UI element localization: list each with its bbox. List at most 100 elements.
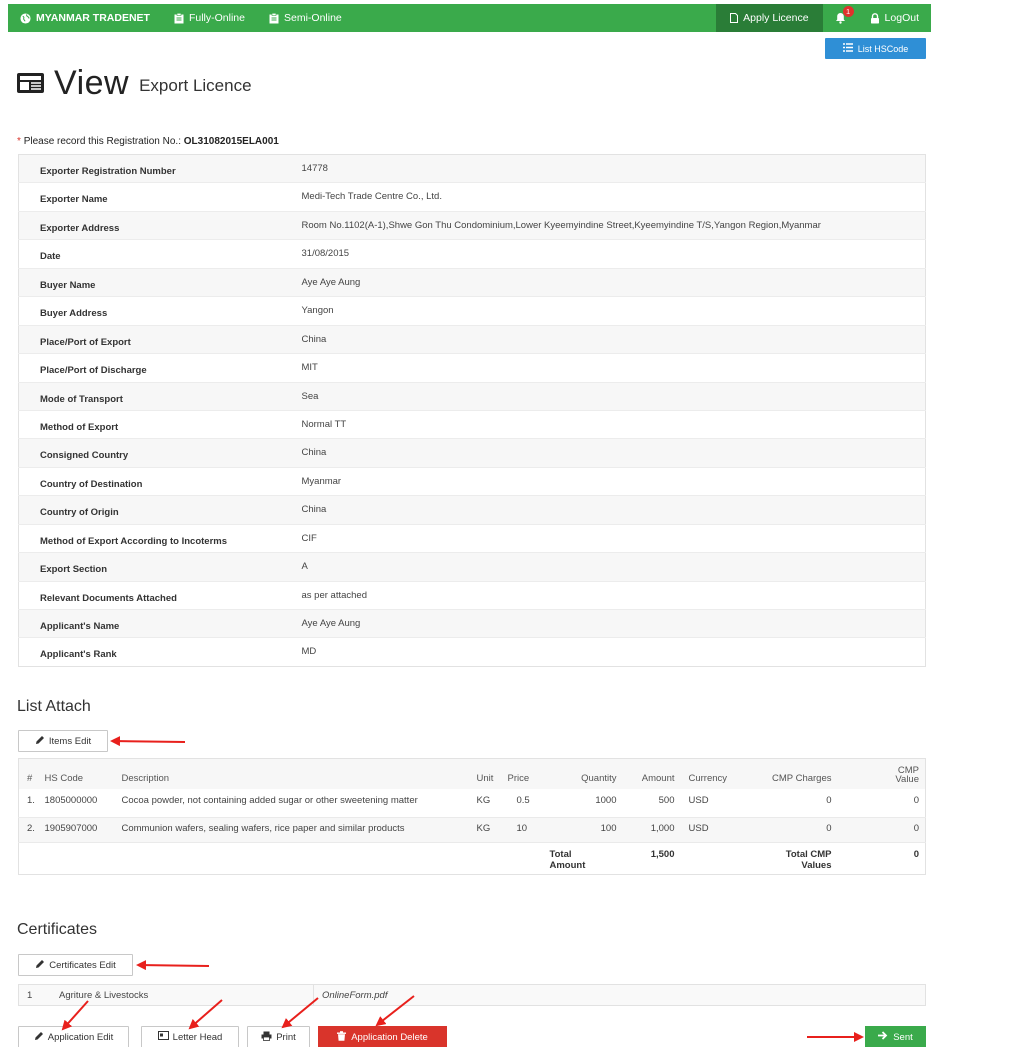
certificates-heading: Certificates xyxy=(17,921,98,938)
registration-note: * Please record this Registration No.: O… xyxy=(17,136,279,147)
detail-label: Country of Origin xyxy=(18,495,291,525)
application-delete-label: Application Delete xyxy=(351,1031,428,1043)
newspaper-icon xyxy=(17,72,44,94)
detail-row: Exporter Address Room No.1102(A-1),Shwe G… xyxy=(18,210,926,240)
top-navbar: MYANMAR TRADENET Fully-Online Semi-Onlin… xyxy=(8,4,931,32)
certificate-num: 1 xyxy=(27,989,33,1001)
detail-label: Relevant Documents Attached xyxy=(18,580,291,610)
col-amount: Amount xyxy=(618,758,677,789)
pencil-icon xyxy=(34,1031,44,1044)
clipboard-icon xyxy=(269,12,279,24)
total-cmp-value: 0 xyxy=(845,842,926,875)
detail-value: as per attached xyxy=(290,580,926,610)
required-asterisk: * xyxy=(17,136,21,147)
cell-description: Communion wafers, sealing wafers, rice p… xyxy=(113,817,477,843)
brand-link[interactable]: MYANMAR TRADENET xyxy=(8,4,162,32)
detail-row: Export Section A xyxy=(18,552,926,582)
certificates-edit-button[interactable]: Certificates Edit xyxy=(18,954,133,976)
detail-value: Medi-Tech Trade Centre Co., Ltd. xyxy=(290,182,926,212)
cell-amount: 500 xyxy=(658,794,675,806)
clipboard-icon xyxy=(174,12,184,24)
detail-row: Date 31/08/2015 xyxy=(18,239,926,269)
cell-hs-code: 1905907000 xyxy=(36,817,114,843)
detail-value: China xyxy=(290,438,926,468)
nav-apply-licence[interactable]: Apply Licence xyxy=(716,4,823,32)
col-cmp-value: CMP Value xyxy=(845,758,926,789)
letter-head-button[interactable]: Letter Head xyxy=(141,1026,239,1047)
detail-label: Exporter Registration Number xyxy=(18,154,291,183)
cell-quantity: 100 xyxy=(549,817,619,843)
detail-value: MIT xyxy=(290,353,926,382)
notification-badge: 1 xyxy=(842,6,854,17)
registration-number: OL31082015ELA001 xyxy=(183,136,279,147)
notifications-button[interactable]: 1 xyxy=(823,4,858,32)
detail-label: Exporter Address xyxy=(18,210,291,240)
detail-label: Export Section xyxy=(18,552,291,582)
col-description: Description xyxy=(113,758,477,789)
total-amount-value: 1,500 xyxy=(618,842,677,875)
detail-label: Applicant's Rank xyxy=(18,637,291,667)
detail-value: 31/08/2015 xyxy=(290,239,926,269)
detail-value: 14778 xyxy=(290,154,926,183)
detail-label: Country of Destination xyxy=(18,466,291,496)
detail-label: Method of Export xyxy=(18,409,291,439)
lock-icon xyxy=(870,12,880,24)
col-quantity: Quantity xyxy=(549,758,619,789)
list-attach-heading: List Attach xyxy=(17,698,91,715)
detail-label: Place/Port of Export xyxy=(18,324,291,354)
detail-label: Mode of Transport xyxy=(18,381,291,411)
detail-row: Place/Port of Discharge MIT xyxy=(18,353,926,382)
detail-row: Buyer Address Yangon xyxy=(18,296,926,326)
brand-label: MYANMAR TRADENET xyxy=(36,12,150,24)
pencil-icon xyxy=(35,959,45,972)
bell-icon: 1 xyxy=(835,6,854,24)
print-button[interactable]: Print xyxy=(247,1026,310,1047)
detail-value: Room No.1102(A-1),Shwe Gon Thu Condomini… xyxy=(290,210,926,240)
detail-row: Mode of Transport Sea xyxy=(18,381,926,411)
table-row: 2. 1905907000 Communion wafers, sealing … xyxy=(18,817,926,843)
detail-row: Applicant's Rank MD xyxy=(18,637,926,667)
annotation-arrow xyxy=(136,960,210,971)
total-amount-label-line2: Amount xyxy=(549,860,586,871)
certificate-row: 1 Agriture & Livestocks OnlineForm.pdf xyxy=(18,984,926,1006)
certificate-file-link[interactable]: OnlineForm.pdf xyxy=(313,985,387,1005)
list-hscode-button[interactable]: List HSCode xyxy=(825,38,926,59)
totals-row: Total Amount 1,500 Total CMP Values 0 xyxy=(18,842,926,875)
cell-amount: 1,000 xyxy=(618,817,677,843)
logout-link[interactable]: LogOut xyxy=(858,4,931,32)
application-edit-button[interactable]: Application Edit xyxy=(18,1026,129,1047)
detail-value: A xyxy=(290,552,926,582)
detail-label: Exporter Name xyxy=(18,182,291,212)
cell-unit: KG xyxy=(476,817,508,843)
letter-icon xyxy=(157,1031,169,1043)
detail-value: CIF xyxy=(290,523,926,553)
total-cmp-label: Total CMP Values xyxy=(744,842,846,875)
table-row: 1. 1805000000 Cocoa powder, not containi… xyxy=(19,789,926,818)
detail-value: Yangon xyxy=(290,296,926,326)
application-delete-button[interactable]: Application Delete xyxy=(318,1026,447,1047)
cell-num: 2. xyxy=(18,817,37,843)
detail-row: Consigned Country China xyxy=(18,438,926,468)
detail-value: Aye Aye Aung xyxy=(290,267,926,297)
cell-cmp-value: 0 xyxy=(845,817,926,843)
nav-fully-online[interactable]: Fully-Online xyxy=(162,4,257,32)
detail-row: Method of Export Normal TT xyxy=(18,409,926,439)
detail-row: Method of Export According to Incoterms C… xyxy=(18,523,926,553)
detail-label: Applicant's Name xyxy=(18,608,291,638)
cell-currency: USD xyxy=(688,794,709,806)
detail-label: Consigned Country xyxy=(18,438,291,468)
items-edit-button[interactable]: Items Edit xyxy=(18,730,108,752)
total-cmp-label-line1: Total CMP xyxy=(785,849,832,860)
total-cmp-label-line2: Values xyxy=(801,860,832,871)
detail-row: Exporter Registration Number 14778 xyxy=(18,154,926,183)
page-title-main: View xyxy=(54,64,130,102)
cell-cmp-charges: 0 xyxy=(826,794,832,806)
items-table: # HS Code Description Unit Price Quantit… xyxy=(18,758,926,875)
nav-semi-online[interactable]: Semi-Online xyxy=(257,4,354,32)
items-edit-label: Items Edit xyxy=(48,735,92,747)
detail-label: Buyer Address xyxy=(18,296,291,326)
cell-unit: KG xyxy=(476,794,491,806)
sent-button[interactable]: Sent xyxy=(865,1026,926,1047)
cell-description: Cocoa powder, not containing added sugar… xyxy=(121,794,418,806)
detail-row: Applicant's Name Aye Aye Aung xyxy=(18,608,926,638)
